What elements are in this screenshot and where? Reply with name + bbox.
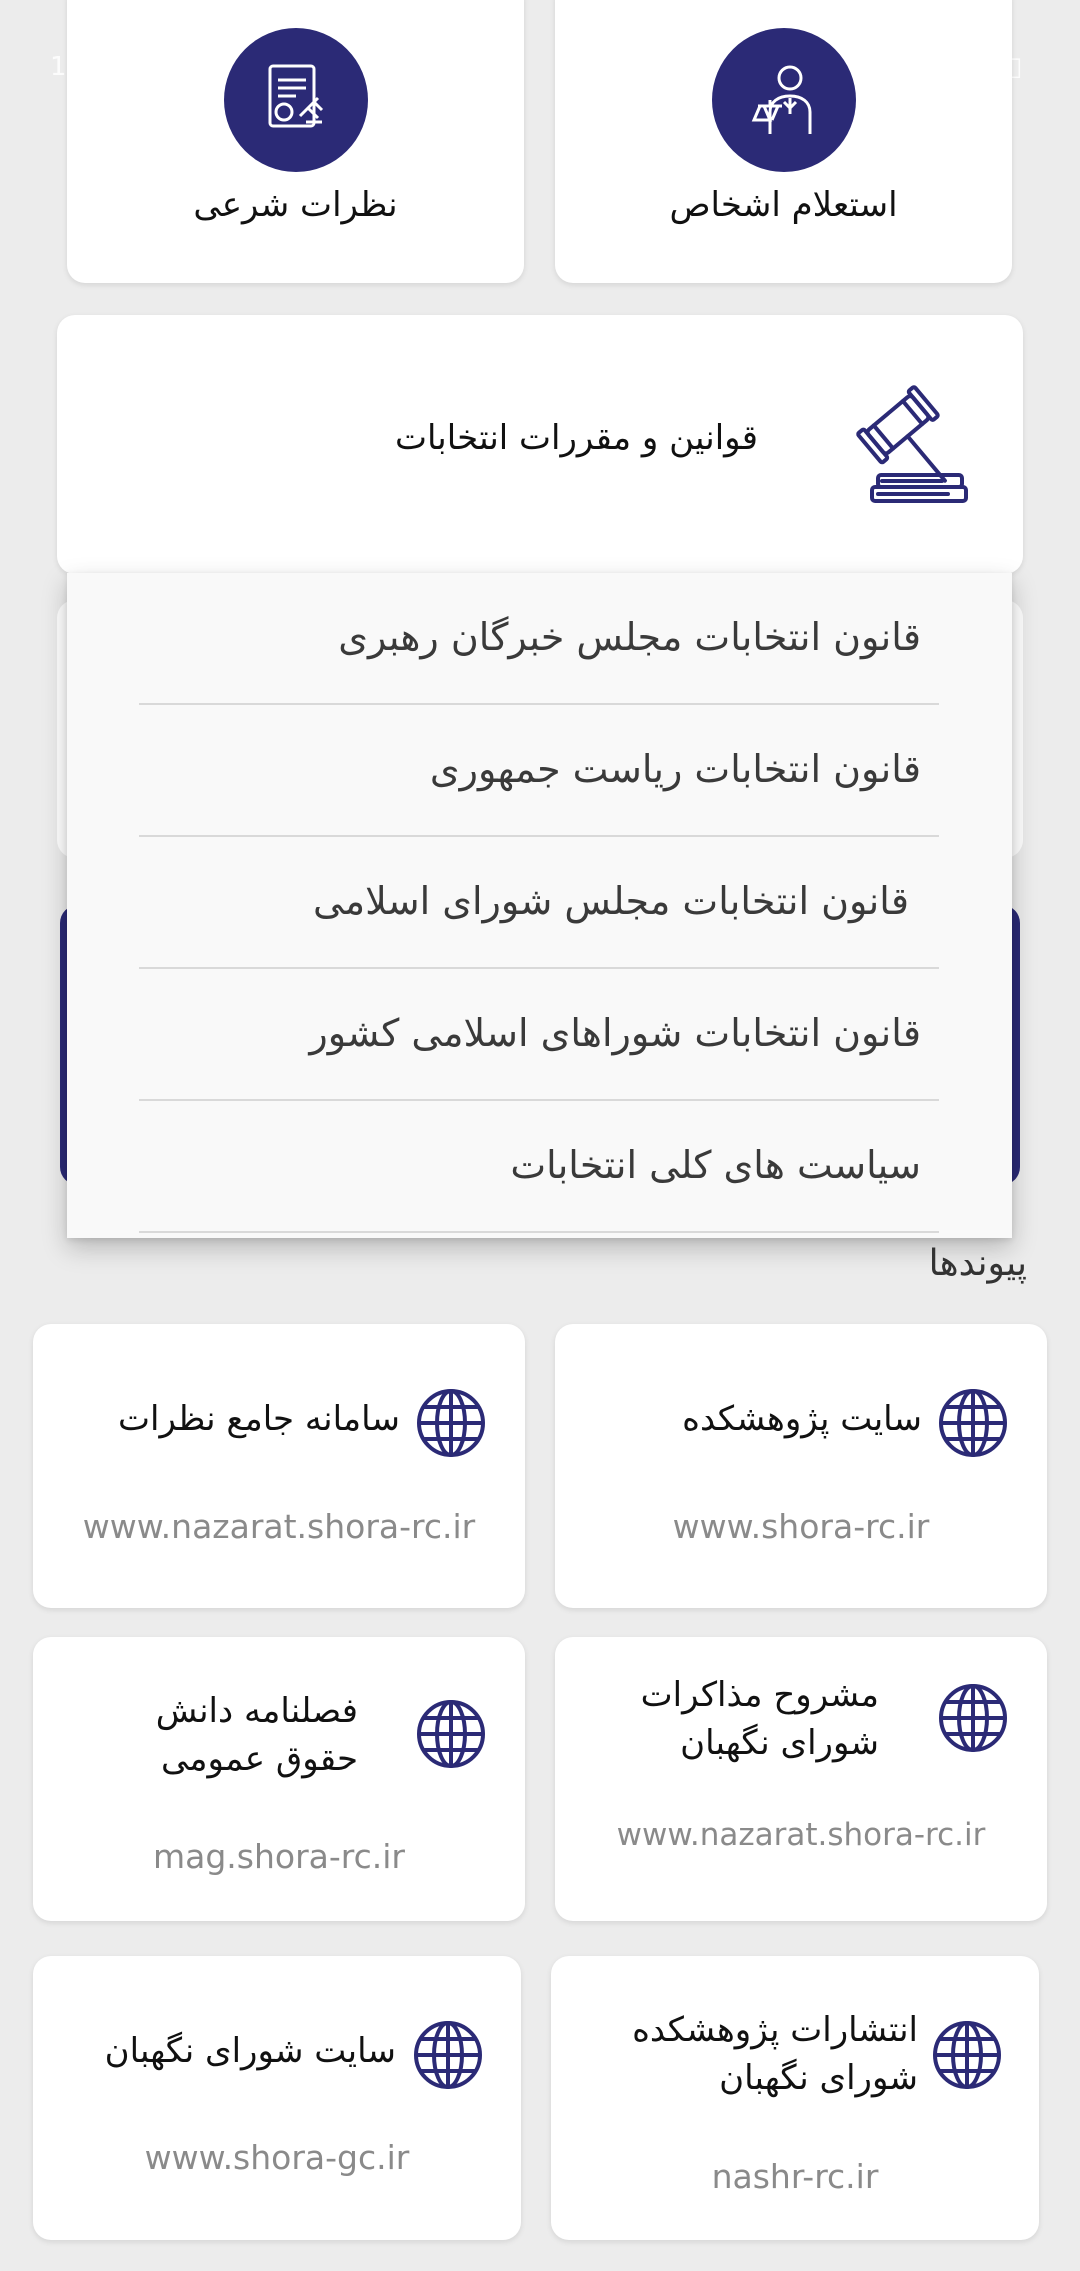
globe-icon [933,2021,1001,2089]
link-url: www.shora-rc.ir [672,1507,930,1546]
globe-icon [939,1684,1007,1752]
link-url: mag.shora-rc.ir [152,1837,405,1876]
link-card-nazarat-portal[interactable]: سامانه جامع نظرات www.nazarat.shora-rc.i… [33,1324,525,1608]
link-url: www.nazarat.shora-rc.ir [616,1817,986,1853]
menu-item-label: قانون انتخابات مجلس خبرگان رهبری [338,615,921,659]
link-card-public-law-quarterly[interactable]: فصلنامه دانش حقوق عمومی mag.shora-rc.ir [33,1637,525,1921]
menu-item-label: سیاست های کلی انتخابات [510,1143,921,1187]
link-title: انتشارات پژوهشکده شورای نگهبان [632,2006,918,2102]
gavel-icon [856,385,968,503]
link-card-institute-publications[interactable]: انتشارات پژوهشکده شورای نگهبان nashr-rc.… [551,1956,1039,2240]
menu-item-islamic-councils[interactable]: قانون انتخابات شوراهای اسلامی کشور [139,969,939,1101]
link-url: www.shora-gc.ir [144,2138,410,2177]
link-title: مشروح مذاکرات شورای نگهبان [641,1671,879,1767]
menu-item-label: قانون انتخابات ریاست جمهوری [429,747,921,791]
link-url: www.nazarat.shora-rc.ir [82,1507,476,1546]
link-title-line2: شورای نگهبان [680,1723,879,1763]
link-title-line1: مشروح مذاکرات [640,1675,879,1715]
election-laws-card[interactable]: قوانین و مقررات انتخابات [57,315,1023,574]
status-bar-time-fragment: 1 [50,52,67,82]
globe-icon [417,1700,485,1768]
menu-item-label: قانون انتخابات شوراهای اسلامی کشور [309,1011,921,1055]
persons-inquiry-card[interactable]: استعلام اشخاص [555,0,1012,283]
menu-item-label: قانون انتخابات مجلس شورای اسلامی [313,879,909,923]
menu-item-general-policies[interactable]: سیاست های کلی انتخابات [139,1101,939,1233]
link-card-council-debates[interactable]: مشروح مذاکرات شورای نگهبان www.nazarat.s… [555,1637,1047,1921]
globe-icon [939,1389,1007,1457]
menu-item-presidency[interactable]: قانون انتخابات ریاست جمهوری [139,705,939,837]
link-title: سایت پژوهشکده [682,1399,922,1439]
election-laws-title: قوانین و مقررات انتخابات [394,418,758,458]
lawyer-person-icon [712,28,856,172]
link-card-institute-site[interactable]: سایت پژوهشکده www.shora-rc.ir [555,1324,1047,1608]
globe-icon [414,2021,482,2089]
globe-icon [417,1389,485,1457]
link-title: سامانه جامع نظرات [118,1399,400,1439]
link-title: فصلنامه دانش حقوق عمومی [156,1687,358,1783]
link-card-guardian-council-site[interactable]: سایت شورای نگهبان www.shora-gc.ir [33,1956,521,2240]
menu-item-assembly-of-experts[interactable]: قانون انتخابات مجلس خبرگان رهبری [139,573,939,705]
link-title-line2: حقوق عمومی [160,1739,358,1779]
menu-item-islamic-parliament[interactable]: قانون انتخابات مجلس شورای اسلامی [139,837,939,969]
persons-inquiry-label: استعلام اشخاص [669,185,898,225]
legal-opinions-card[interactable]: نظرات شرعی [67,0,524,283]
link-title-line2: شورای نگهبان [719,2058,918,2098]
link-title: سایت شورای نگهبان [104,2031,396,2071]
link-title-line1: فصلنامه دانش [155,1691,358,1731]
link-title-line1: انتشارات پژوهشکده [632,2010,918,2050]
links-section-title: پیوندها [928,1243,1027,1284]
link-url: nashr-rc.ir [711,2157,879,2196]
laws-dropdown-menu: قانون انتخابات مجلس خبرگان رهبری قانون ا… [67,573,1012,1238]
legal-document-icon [224,28,368,172]
legal-opinions-label: نظرات شرعی [193,185,398,225]
